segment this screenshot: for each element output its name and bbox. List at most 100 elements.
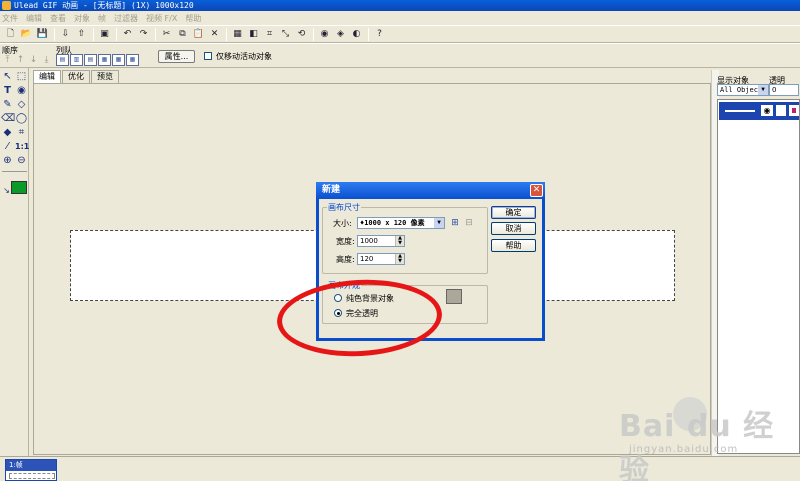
- preview-browser-icon[interactable]: ▣: [97, 27, 112, 41]
- zoom-in-icon[interactable]: ⊕: [1, 155, 14, 167]
- only-moving-label: 仅移动活动对象: [216, 52, 272, 61]
- height-spinner[interactable]: ▲ ▼: [395, 254, 404, 264]
- object-thumbnail: [725, 110, 755, 112]
- copy-icon[interactable]: ⧉: [175, 27, 190, 41]
- web-icon[interactable]: ◉: [317, 27, 332, 41]
- ellipse-select-icon[interactable]: ◯: [15, 113, 28, 125]
- foreground-color-swatch[interactable]: [11, 181, 27, 194]
- send-backward-icon[interactable]: ↓: [27, 55, 40, 65]
- menu-object[interactable]: 对象: [74, 13, 90, 24]
- wizard-icon[interactable]: ◐: [349, 27, 364, 41]
- width-value: 1000: [360, 237, 378, 245]
- menu-video-fx[interactable]: 视频 F/X: [146, 13, 177, 24]
- new-file-icon[interactable]: 🗋: [3, 27, 18, 41]
- watermark-brand: Bai du 经验: [619, 409, 775, 481]
- app-title: Ulead GIF 动画 - [无标题] (1X) 1000x120: [14, 1, 194, 10]
- width-input[interactable]: 1000 ▲ ▼: [357, 235, 405, 247]
- eyedropper-tool-icon[interactable]: ⁄: [1, 141, 14, 153]
- chevron-down-icon: ▼: [758, 85, 768, 95]
- align-right-icon[interactable]: ▤: [84, 54, 97, 66]
- menu-file[interactable]: 文件: [2, 13, 18, 24]
- menu-bar: 文件 编辑 查看 对象 帧 过滤器 视频 F/X 帮助: [0, 11, 800, 25]
- tab-edit[interactable]: 编辑: [33, 70, 61, 83]
- frame-copy-icon[interactable]: ◧: [246, 27, 261, 41]
- toolbar-separator: [368, 27, 369, 41]
- align-middle-icon[interactable]: ▦: [112, 54, 125, 66]
- menu-view[interactable]: 查看: [50, 13, 66, 24]
- close-icon[interactable]: ✕: [530, 184, 543, 197]
- align-center-icon[interactable]: ▥: [70, 54, 83, 66]
- dialog-title: 新建: [322, 185, 341, 195]
- size-preset-select[interactable]: ♦1000 x 120 像素 ▼: [357, 217, 445, 229]
- eraser-tool-icon[interactable]: ⌫: [1, 113, 15, 125]
- context-help-icon[interactable]: ?: [372, 27, 387, 41]
- only-moving-checkbox[interactable]: [204, 52, 212, 60]
- height-value: 120: [360, 255, 374, 263]
- paste-icon[interactable]: 📋: [191, 27, 206, 41]
- ok-button[interactable]: 确定: [491, 206, 536, 219]
- delete-icon[interactable]: ✕: [207, 27, 222, 41]
- toolbar-separator: [93, 27, 94, 41]
- frame-preview: [9, 473, 55, 479]
- fill-tool-icon[interactable]: ◆: [1, 127, 14, 139]
- resize-icon[interactable]: ⤡: [278, 27, 293, 41]
- height-input[interactable]: 120 ▲ ▼: [357, 253, 405, 265]
- brush-tool-icon[interactable]: ✎: [1, 99, 14, 111]
- help-button[interactable]: 帮助: [491, 239, 536, 252]
- width-label: 宽度:: [336, 237, 355, 246]
- object-row[interactable]: ◉: [719, 102, 799, 120]
- add-size-icon[interactable]: ⊞: [450, 218, 460, 228]
- show-objects-select[interactable]: All Object ▼: [717, 84, 769, 96]
- remove-size-icon[interactable]: ⊟: [464, 218, 474, 228]
- frame-add-icon[interactable]: ▦: [230, 27, 245, 41]
- import-icon[interactable]: ⇩: [58, 27, 73, 41]
- motion-tool-icon[interactable]: ◉: [15, 85, 28, 97]
- export-icon[interactable]: ⇧: [74, 27, 89, 41]
- menu-edit[interactable]: 编辑: [26, 13, 42, 24]
- object-color-toggle[interactable]: [789, 105, 799, 116]
- background-color-swatch[interactable]: [446, 289, 462, 304]
- view-tabs: 编辑 优化 预览: [33, 70, 120, 83]
- width-spinner[interactable]: ▲ ▼: [395, 236, 404, 246]
- crop-icon[interactable]: ⌗: [262, 27, 277, 41]
- marquee-tool-icon[interactable]: ⬚: [15, 71, 28, 83]
- frame-thumbnail[interactable]: 1:帧: [5, 459, 57, 481]
- actual-size-icon[interactable]: 1:1: [15, 141, 29, 153]
- frame-label: 1:帧: [6, 460, 56, 471]
- object-lock-toggle[interactable]: [776, 105, 786, 116]
- chevron-down-icon: ▼: [434, 218, 444, 228]
- cut-icon[interactable]: ✂: [159, 27, 174, 41]
- transparency-input[interactable]: 0: [769, 84, 799, 96]
- cancel-button[interactable]: 取消: [491, 222, 536, 235]
- eye-icon[interactable]: ◉: [761, 105, 773, 116]
- align-top-icon[interactable]: ▦: [98, 54, 111, 66]
- optimize-icon[interactable]: ◈: [333, 27, 348, 41]
- crop-tool-icon[interactable]: ⌗: [15, 127, 28, 139]
- bring-front-icon[interactable]: ⤒: [1, 55, 14, 65]
- save-icon[interactable]: 💾: [35, 27, 50, 41]
- menu-filter[interactable]: 过滤器: [114, 13, 138, 24]
- rotate-icon[interactable]: ⟲: [294, 27, 309, 41]
- redo-icon[interactable]: ↷: [136, 27, 151, 41]
- app-icon: [2, 1, 11, 10]
- align-controls: ▤ ▥ ▤ ▦ ▦ ▦: [56, 54, 140, 66]
- undo-icon[interactable]: ↶: [120, 27, 135, 41]
- size-label: 大小:: [333, 219, 352, 228]
- send-back-icon[interactable]: ⤓: [40, 55, 53, 65]
- tab-preview[interactable]: 预览: [91, 70, 119, 83]
- canvas-size-legend: 画布尺寸: [328, 203, 360, 212]
- tab-optimize[interactable]: 优化: [62, 70, 90, 83]
- pointer-tool-icon[interactable]: ↖: [1, 71, 14, 83]
- menu-frame[interactable]: 帧: [98, 13, 106, 24]
- bring-forward-icon[interactable]: ↑: [14, 55, 27, 65]
- dialog-titlebar: 新建 ✕: [316, 182, 545, 199]
- open-folder-icon[interactable]: 📂: [19, 27, 34, 41]
- zoom-out-icon[interactable]: ⊖: [15, 155, 28, 167]
- main-toolbar: 🗋 📂 💾 ⇩ ⇧ ▣ ↶ ↷ ✂ ⧉ 📋 ✕ ▦ ◧ ⌗ ⤡ ⟲ ◉ ◈ ◐ …: [0, 25, 800, 43]
- text-tool-icon[interactable]: T: [1, 85, 14, 97]
- lasso-tool-icon[interactable]: ◇: [15, 99, 28, 111]
- align-bottom-icon[interactable]: ▦: [126, 54, 139, 66]
- properties-button[interactable]: 属性...: [158, 50, 195, 63]
- menu-help[interactable]: 帮助: [185, 13, 201, 24]
- align-left-icon[interactable]: ▤: [56, 54, 69, 66]
